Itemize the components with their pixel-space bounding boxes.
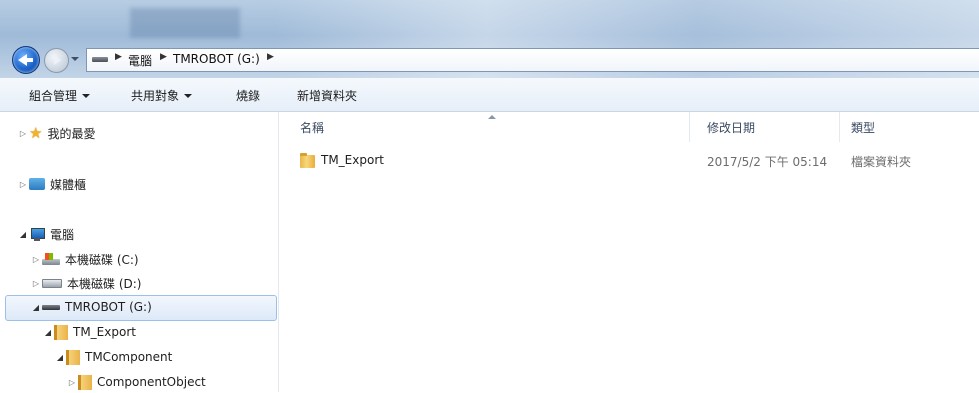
command-bar: 組合管理 共用對象 燒錄 新增資料夾: [0, 78, 979, 112]
tree-item-label: 本機磁碟 (C:): [65, 252, 139, 267]
back-button[interactable]: [12, 46, 40, 74]
drive-d-icon: [42, 278, 62, 288]
breadcrumb-separator[interactable]: ▶: [115, 52, 122, 62]
expand-arrow-icon[interactable]: ▷: [17, 180, 29, 189]
folder-icon: [54, 324, 68, 340]
column-header-modified[interactable]: 修改日期: [707, 119, 755, 136]
collapse-arrow-icon[interactable]: ◢: [17, 230, 29, 239]
tree-item-drive-c[interactable]: ▷ 本機磁碟 (C:): [30, 248, 139, 270]
expand-arrow-icon[interactable]: ▷: [66, 378, 78, 387]
recent-locations-dropdown[interactable]: [71, 57, 79, 61]
file-list: 名稱 修改日期 類型 TM_Export 2017/5/2 下午 05:14 檔…: [279, 112, 979, 392]
forward-arrow-icon: [54, 55, 61, 65]
column-header-type[interactable]: 類型: [851, 119, 875, 136]
share-label: 共用對象: [131, 89, 180, 103]
expand-arrow-icon[interactable]: ▷: [30, 279, 42, 288]
chevron-down-icon: [184, 94, 193, 98]
computer-icon: [29, 227, 45, 241]
tree-item-label: TMComponent: [85, 350, 173, 364]
tree-item-label: 我的最愛: [47, 126, 96, 141]
file-type: 檔案資料夾: [851, 155, 912, 169]
tree-item-componentobject[interactable]: ▷ ComponentObject: [66, 371, 206, 393]
expand-arrow-icon[interactable]: ▷: [30, 255, 42, 264]
tree-item-drive-d[interactable]: ▷ 本機磁碟 (D:): [30, 272, 142, 294]
collapse-arrow-icon[interactable]: ◢: [30, 303, 42, 312]
folder-icon: [78, 374, 92, 390]
sort-ascending-icon: [488, 115, 496, 119]
tree-item-label: 電腦: [50, 227, 75, 242]
tree-item-computer[interactable]: ◢ 電腦: [17, 223, 74, 245]
column-divider[interactable]: [839, 112, 840, 142]
file-row[interactable]: TM_Export 2017/5/2 下午 05:14 檔案資料夾: [279, 150, 979, 172]
tree-item-label: 媒體櫃: [50, 177, 87, 192]
address-bar[interactable]: ▶ 電腦 ▶ TMROBOT (G:) ▶: [86, 48, 979, 72]
organize-label: 組合管理: [29, 89, 78, 103]
file-modified: 2017/5/2 下午 05:14: [707, 155, 828, 169]
breadcrumb-drive-g[interactable]: TMROBOT (G:): [173, 52, 260, 66]
star-icon: ★: [29, 123, 43, 142]
drive-icon: [92, 57, 108, 62]
tree-item-label: TM_Export: [73, 325, 136, 339]
library-icon: [29, 178, 45, 190]
breadcrumb-separator[interactable]: ▶: [267, 52, 274, 62]
column-divider[interactable]: [689, 112, 690, 142]
tree-item-label: TMROBOT (G:): [65, 300, 152, 314]
breadcrumb-separator[interactable]: ▶: [160, 52, 167, 62]
tree-item-favorites[interactable]: ▷ ★ 我的最愛: [17, 122, 96, 144]
tree-item-tm-export[interactable]: ◢ TM_Export: [42, 321, 136, 343]
forward-button[interactable]: [44, 48, 69, 73]
burn-button[interactable]: 燒錄: [236, 87, 260, 104]
drive-icon: [42, 304, 60, 310]
collapse-arrow-icon[interactable]: ◢: [54, 353, 66, 362]
tree-item-drive-g[interactable]: ◢ TMROBOT (G:): [30, 296, 152, 318]
column-header-name[interactable]: 名稱: [300, 119, 324, 136]
folder-icon: [300, 153, 315, 168]
expand-arrow-icon[interactable]: ▷: [17, 129, 29, 138]
folder-icon: [66, 349, 80, 365]
share-menu[interactable]: 共用對象: [131, 87, 193, 104]
tree-item-label: 本機磁碟 (D:): [67, 276, 142, 291]
aero-glass-shade: [130, 8, 240, 38]
drive-c-icon: [42, 252, 60, 266]
tree-item-label: ComponentObject: [97, 375, 206, 389]
breadcrumb-computer[interactable]: 電腦: [128, 52, 152, 69]
chevron-down-icon: [82, 94, 91, 98]
collapse-arrow-icon[interactable]: ◢: [42, 328, 54, 337]
tree-item-tmcomponent[interactable]: ◢ TMComponent: [54, 346, 172, 368]
new-folder-button[interactable]: 新增資料夾: [297, 87, 357, 104]
file-name: TM_Export: [321, 153, 384, 167]
organize-menu[interactable]: 組合管理: [29, 87, 91, 104]
tree-item-libraries[interactable]: ▷ 媒體櫃: [17, 173, 86, 195]
